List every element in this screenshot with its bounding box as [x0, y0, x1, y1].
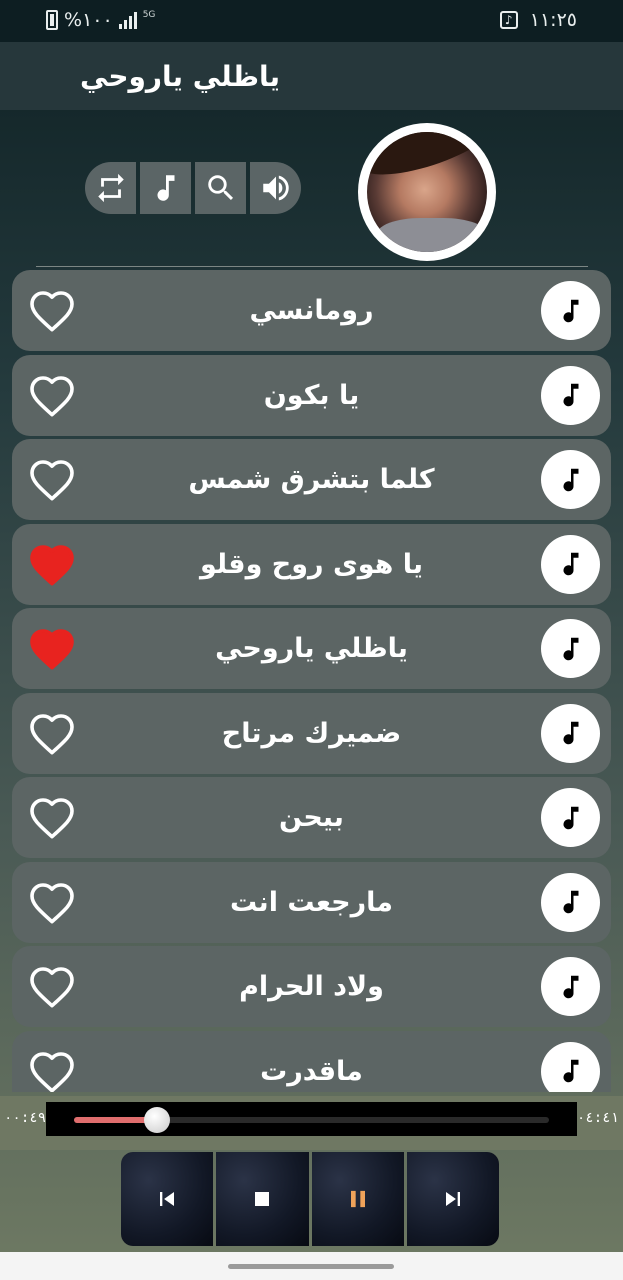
- music-note-icon: [157, 175, 174, 201]
- battery-level: %١٠٠: [64, 9, 113, 31]
- music-note-icon: [563, 890, 578, 914]
- signal-icon: [118, 11, 137, 29]
- song-title: كلما بتشرق شمس: [188, 464, 435, 495]
- repeat-icon: [97, 173, 124, 203]
- search-icon: [207, 175, 233, 201]
- next-icon: [445, 1192, 460, 1206]
- music-note-icon: [563, 806, 578, 829]
- song-title: يا بكون: [263, 379, 360, 411]
- play-song-button[interactable]: [541, 450, 600, 509]
- music-note-icon: [563, 1059, 578, 1083]
- song-title: رومانسي: [249, 295, 374, 326]
- previous-button[interactable]: [121, 1152, 214, 1246]
- song-row[interactable]: ماقدرت: [12, 1030, 611, 1093]
- heart-outline-icon[interactable]: [26, 794, 78, 842]
- seek-track: [74, 1107, 549, 1133]
- music-note-icon: [563, 299, 578, 322]
- song-title: مارجعت انت: [229, 886, 394, 918]
- song-row[interactable]: بيحن: [12, 777, 611, 858]
- heart-filled-icon[interactable]: [26, 625, 78, 673]
- song-row[interactable]: مارجعت انت: [12, 861, 611, 943]
- player-progress-bar: ٠٠:٤٩ ٠٤:٤١: [0, 1096, 623, 1150]
- song-row[interactable]: يا بكون: [12, 354, 611, 436]
- heart-outline-icon[interactable]: [26, 372, 78, 420]
- music-note-icon: [563, 721, 578, 745]
- next-button[interactable]: [406, 1152, 499, 1246]
- artist-photo: [367, 132, 487, 252]
- music-note-icon: [563, 468, 578, 491]
- app-bar: ياظلي ياروحي: [0, 42, 623, 110]
- heart-outline-icon[interactable]: [26, 879, 78, 927]
- heart-outline-icon[interactable]: [26, 963, 78, 1011]
- home-handle[interactable]: [228, 1264, 394, 1269]
- seek-bar[interactable]: [46, 1102, 577, 1136]
- player-controls: [121, 1152, 499, 1246]
- song-title: ياظلي ياروحي: [215, 633, 408, 664]
- play-song-button[interactable]: [541, 872, 600, 932]
- song-title: ماقدرت: [260, 1055, 363, 1087]
- song-row[interactable]: يا هوى روح وقلو: [12, 523, 611, 605]
- song-title: ضميرك مرتاح: [221, 717, 402, 749]
- song-title: بيحن: [279, 802, 344, 833]
- song-title: يا هوى روح وقلو: [199, 548, 424, 580]
- system-nav-bar: [0, 1252, 623, 1280]
- play-song-button[interactable]: [541, 957, 600, 1016]
- play-song-button[interactable]: [541, 1041, 600, 1092]
- music-note-icon: [563, 637, 578, 660]
- play-song-button[interactable]: [541, 619, 600, 678]
- play-song-button[interactable]: [541, 365, 600, 425]
- play-song-button[interactable]: [541, 703, 600, 763]
- status-bar: %١٠٠ 5G ♪ ١١:٢٥: [0, 0, 623, 42]
- pause-button[interactable]: [311, 1152, 404, 1246]
- play-song-button[interactable]: [541, 281, 600, 340]
- volume-icon: [262, 175, 289, 201]
- battery-icon: [46, 10, 58, 30]
- media-notification-icon: ♪: [499, 11, 518, 29]
- song-row[interactable]: ولاد الحرام: [12, 946, 611, 1027]
- total-duration: ٠٤:٤١: [576, 1110, 619, 1126]
- play-song-button[interactable]: [541, 788, 600, 847]
- song-row[interactable]: ياظلي ياروحي: [12, 608, 611, 689]
- page-title: ياظلي ياروحي: [80, 60, 280, 93]
- pause-icon: [350, 1190, 365, 1208]
- repeat-button[interactable]: [85, 162, 136, 214]
- heart-outline-icon[interactable]: [26, 710, 78, 758]
- artist-avatar: [358, 123, 496, 261]
- divider: [36, 266, 588, 267]
- music-note-icon: [563, 383, 578, 407]
- seek-thumb[interactable]: [144, 1107, 171, 1133]
- heart-outline-icon[interactable]: [26, 456, 78, 504]
- stop-button[interactable]: [216, 1152, 309, 1246]
- network-type: 5G: [142, 10, 156, 20]
- music-button[interactable]: [140, 162, 191, 214]
- heart-outline-icon[interactable]: [26, 287, 78, 335]
- search-button[interactable]: [195, 162, 246, 214]
- song-row[interactable]: كلما بتشرق شمس: [12, 439, 611, 520]
- heart-filled-icon[interactable]: [26, 541, 78, 589]
- song-row[interactable]: ضميرك مرتاح: [12, 692, 611, 774]
- stop-icon: [255, 1192, 270, 1206]
- elapsed-time: ٠٠:٤٩: [4, 1110, 47, 1126]
- volume-button[interactable]: [250, 162, 301, 214]
- song-row[interactable]: رومانسي: [12, 270, 611, 351]
- clock: ١١:٢٥: [529, 9, 577, 31]
- music-note-icon: [563, 552, 578, 576]
- music-note-icon: [563, 975, 578, 998]
- play-song-button[interactable]: [541, 534, 600, 594]
- heart-outline-icon[interactable]: [26, 1048, 78, 1093]
- previous-icon: [160, 1192, 175, 1206]
- song-title: ولاد الحرام: [239, 971, 384, 1002]
- song-list[interactable]: رومانسي يا بكون كلما بتشرق شمس يا هوى روح و…: [12, 270, 611, 1092]
- control-group: [85, 162, 303, 214]
